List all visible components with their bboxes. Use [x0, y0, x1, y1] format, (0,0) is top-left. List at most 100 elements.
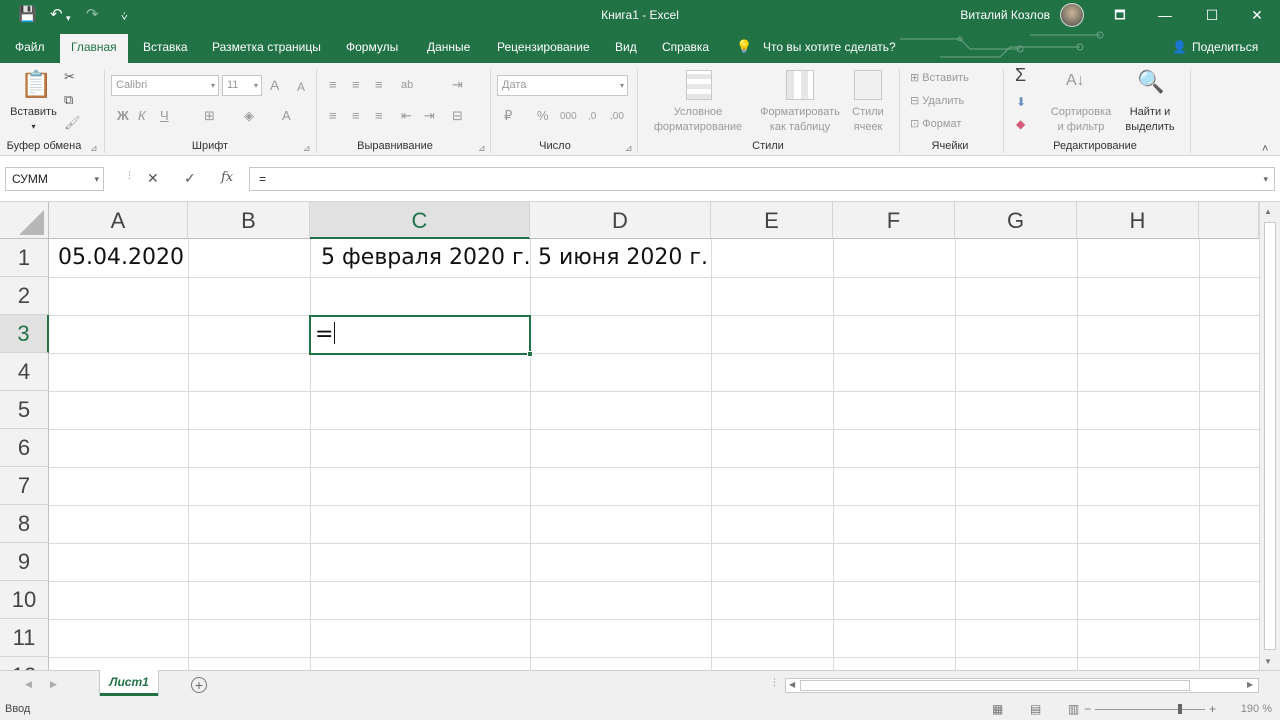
scroll-up-icon[interactable]: ▲: [1264, 207, 1272, 216]
close-icon[interactable]: ✕: [1242, 4, 1272, 26]
row-header-11[interactable]: 11: [0, 619, 49, 657]
horizontal-scrollbar[interactable]: ◀ ▶: [785, 678, 1259, 693]
collapse-ribbon-icon[interactable]: ˄: [1262, 141, 1268, 157]
insert-function-icon[interactable]: fx: [221, 170, 233, 185]
minimize-icon[interactable]: —: [1150, 4, 1180, 26]
thousands-separator-icon[interactable]: 000: [560, 109, 577, 125]
number-format-combo[interactable]: Дата ▾: [497, 75, 628, 96]
italic-button[interactable]: К: [138, 108, 146, 124]
tab-review[interactable]: Рецензирование: [491, 31, 596, 63]
sheet-prev-icon[interactable]: ◀: [25, 679, 32, 690]
expand-formula-bar-icon[interactable]: ▾: [1263, 168, 1268, 190]
zoom-slider[interactable]: [1095, 709, 1205, 710]
lightbulb-icon[interactable]: 💡: [730, 31, 758, 63]
sheet-tab-list1[interactable]: Лист1: [100, 670, 158, 696]
row-header-2[interactable]: 2: [0, 277, 49, 315]
column-header-g[interactable]: G: [955, 202, 1077, 239]
name-box[interactable]: СУММ ▾: [5, 167, 104, 191]
row-header-6[interactable]: 6: [0, 429, 49, 467]
paste-dropdown-icon[interactable]: ▾: [6, 119, 61, 134]
zoom-in-icon[interactable]: +: [1209, 702, 1216, 716]
format-painter-icon[interactable]: 🖌: [64, 115, 81, 131]
insert-cells-button[interactable]: ⊞ Вставить: [910, 71, 969, 86]
column-header-f[interactable]: F: [833, 202, 955, 239]
align-center-icon[interactable]: ≡: [352, 108, 360, 124]
row-header-7[interactable]: 7: [0, 467, 49, 505]
font-launcher-icon[interactable]: ⊿: [303, 143, 311, 154]
conditional-formatting-icon[interactable]: [686, 70, 712, 100]
number-launcher-icon[interactable]: ⊿: [625, 143, 633, 154]
sheet-next-icon[interactable]: ▶: [50, 679, 57, 690]
bottom-align-icon[interactable]: ≡: [375, 77, 383, 93]
wrap-text-icon[interactable]: ⇥: [452, 77, 463, 93]
row-header-12[interactable]: 12: [0, 657, 49, 670]
column-header-b[interactable]: B: [188, 202, 310, 239]
find-select-icon[interactable]: 🔍: [1137, 69, 1164, 95]
align-left-icon[interactable]: ≡: [329, 108, 337, 124]
format-as-table-button[interactable]: Форматировать: [752, 105, 848, 120]
sort-filter-button[interactable]: Сортировка: [1045, 105, 1117, 120]
align-right-icon[interactable]: ≡: [375, 108, 383, 124]
cut-icon[interactable]: ✂: [64, 69, 75, 85]
tab-formulas[interactable]: Формулы: [340, 31, 404, 63]
tab-help[interactable]: Справка: [656, 31, 715, 63]
decrease-indent-icon[interactable]: ⇤: [401, 108, 412, 124]
scroll-left-icon[interactable]: ◀: [789, 680, 795, 689]
font-color-icon[interactable]: A: [282, 108, 291, 124]
tab-file[interactable]: Файл: [9, 31, 51, 63]
format-cells-button[interactable]: ⊡ Формат: [910, 117, 961, 132]
currency-icon[interactable]: ₽: [504, 108, 512, 124]
scroll-right-icon[interactable]: ▶: [1247, 680, 1253, 689]
tab-insert[interactable]: Вставка: [137, 31, 194, 63]
cell-styles-icon[interactable]: [854, 70, 882, 100]
bold-button[interactable]: Ж: [117, 108, 129, 124]
vertical-scrollbar[interactable]: ▲ ▼: [1259, 202, 1280, 670]
cell-a1[interactable]: 05.04.2020: [58, 239, 184, 277]
ribbon-display-icon[interactable]: 🗖: [1105, 4, 1135, 26]
tab-view[interactable]: Вид: [609, 31, 643, 63]
delete-cells-button[interactable]: ⊟ Удалить: [910, 94, 964, 109]
column-header-e[interactable]: E: [711, 202, 833, 239]
font-name-combo[interactable]: Calibri ▾: [111, 75, 219, 96]
alignment-launcher-icon[interactable]: ⊿: [478, 143, 486, 154]
user-name[interactable]: Виталий Козлов: [960, 8, 1050, 22]
zoom-slider-thumb[interactable]: [1178, 704, 1182, 714]
column-header-h[interactable]: H: [1077, 202, 1199, 239]
row-header-5[interactable]: 5: [0, 391, 49, 429]
row-header-8[interactable]: 8: [0, 505, 49, 543]
fill-handle[interactable]: [527, 351, 533, 357]
worksheet-grid[interactable]: A B C D E F G H 1 2 3 4 5 6 7 8 9 10 11 …: [0, 202, 1280, 670]
tab-data[interactable]: Данные: [421, 31, 476, 63]
select-all-button[interactable]: [0, 202, 49, 239]
enter-icon[interactable]: ✓: [184, 170, 196, 187]
row-header-3[interactable]: 3: [0, 315, 49, 353]
orientation-icon[interactable]: ab: [401, 77, 413, 93]
clear-icon[interactable]: ◆: [1016, 116, 1025, 132]
conditional-formatting-button[interactable]: Условное: [643, 105, 753, 120]
normal-view-icon[interactable]: ▦: [992, 702, 1003, 716]
format-as-table-icon[interactable]: [786, 70, 814, 100]
split-handle-icon[interactable]: ⋮: [770, 677, 779, 688]
column-header-c[interactable]: C: [310, 202, 530, 239]
middle-align-icon[interactable]: ≡: [352, 77, 360, 93]
cell-d1[interactable]: 5 июня 2020 г.: [538, 239, 708, 277]
column-header-i[interactable]: [1199, 202, 1259, 239]
top-align-icon[interactable]: ≡: [329, 77, 337, 93]
merge-cells-icon[interactable]: ⊟: [452, 108, 463, 124]
cell-styles-button[interactable]: Стили: [842, 105, 894, 120]
maximize-icon[interactable]: ☐: [1197, 4, 1227, 26]
grow-font-icon[interactable]: A: [270, 77, 279, 93]
autosum-icon[interactable]: Σ: [1015, 66, 1026, 84]
active-cell-c3[interactable]: =: [309, 315, 533, 357]
font-size-combo[interactable]: 11 ▾: [222, 75, 262, 96]
zoom-level[interactable]: 190 %: [1241, 703, 1272, 715]
tab-home[interactable]: Главная: [60, 34, 128, 63]
horizontal-scroll-thumb[interactable]: [800, 680, 1190, 691]
cell-c1[interactable]: 5 февраля 2020 г.: [321, 239, 531, 277]
zoom-out-icon[interactable]: −: [1084, 702, 1091, 716]
tell-me-box[interactable]: Что вы хотите сделать?: [757, 31, 902, 63]
sort-filter-icon[interactable]: A↓: [1066, 73, 1085, 89]
borders-icon[interactable]: ⊞: [204, 108, 215, 124]
cancel-icon[interactable]: ✕: [147, 170, 159, 187]
increase-indent-icon[interactable]: ⇥: [424, 108, 435, 124]
